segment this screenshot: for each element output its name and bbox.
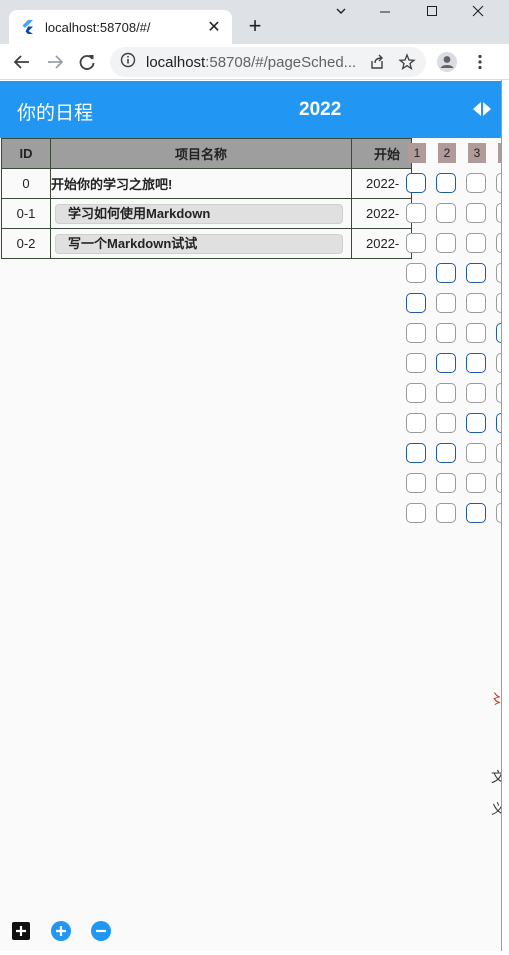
back-arrow-icon[interactable] — [10, 50, 34, 74]
window-edge — [501, 80, 502, 951]
day-checkbox[interactable] — [406, 293, 426, 313]
day-checkbox[interactable] — [436, 383, 456, 403]
day-column-header: 3 — [468, 143, 486, 163]
day-checkbox[interactable] — [436, 443, 456, 463]
day-checkbox[interactable] — [406, 323, 426, 343]
year-label: 2022 — [299, 99, 342, 120]
window-close-icon[interactable] — [466, 4, 490, 23]
remove-circle-icon[interactable] — [91, 921, 111, 941]
reload-icon[interactable] — [75, 50, 99, 74]
row-id: 0-2 — [1, 228, 51, 259]
day-checkbox[interactable] — [466, 503, 486, 523]
day-checkbox[interactable] — [436, 293, 456, 313]
column-header-id: ID — [1, 138, 51, 169]
day-checkbox[interactable] — [466, 173, 486, 193]
row-id: 0 — [1, 168, 51, 199]
day-checkbox[interactable] — [406, 233, 426, 253]
day-checkbox[interactable] — [436, 323, 456, 343]
flutter-icon — [19, 19, 35, 35]
profile-avatar-icon[interactable] — [435, 50, 459, 74]
browser-tab-strip: localhost:58708/#/ ✕ + — [0, 0, 509, 44]
subtask-name-chip[interactable]: 学习如何使用Markdown — [55, 203, 343, 224]
day-checkbox[interactable] — [436, 203, 456, 223]
new-tab-button[interactable]: + — [243, 14, 267, 38]
day-checkbox[interactable] — [466, 443, 486, 463]
share-icon[interactable] — [365, 50, 389, 74]
app-viewport: 你的日程 2022 ID 项目名称 开始 0 开始你的学习之旅吧! 2022- … — [0, 81, 502, 951]
column-header-name: 项目名称 — [50, 138, 352, 169]
day-column-header: 1 — [408, 143, 426, 163]
day-column-header: 2 — [438, 143, 456, 163]
page-title: 你的日程 — [17, 103, 94, 124]
day-checkbox[interactable] — [466, 473, 486, 493]
day-checkbox[interactable] — [406, 413, 426, 433]
site-info-icon[interactable] — [120, 52, 136, 73]
tab-close-icon[interactable]: ✕ — [206, 17, 222, 37]
browser-tab[interactable]: localhost:58708/#/ ✕ — [9, 10, 232, 44]
day-checkbox[interactable] — [406, 473, 426, 493]
table-row[interactable]: 0-1 学习如何使用Markdown 2022- — [1, 198, 412, 229]
day-checkbox[interactable] — [466, 323, 486, 343]
day-checkbox[interactable] — [406, 503, 426, 523]
maximize-icon[interactable] — [420, 4, 444, 23]
scroll-arrows-icon[interactable] — [471, 99, 493, 119]
day-checkbox[interactable] — [466, 233, 486, 253]
browser-toolbar: localhost:58708/#/pageSched... — [0, 44, 509, 80]
day-checkbox[interactable] — [466, 413, 486, 433]
day-checkbox[interactable] — [406, 203, 426, 223]
day-checkbox[interactable] — [406, 443, 426, 463]
day-checkbox[interactable] — [466, 293, 486, 313]
table-row[interactable]: 0 开始你的学习之旅吧! 2022- — [1, 168, 412, 199]
day-checkbox[interactable] — [466, 263, 486, 283]
minimize-icon[interactable] — [373, 4, 397, 23]
add-circle-icon[interactable] — [51, 921, 71, 941]
day-checkbox[interactable] — [436, 173, 456, 193]
day-checkbox[interactable] — [406, 353, 426, 373]
subtask-name-chip[interactable]: 写一个Markdown试试 — [55, 233, 343, 254]
more-menu-icon[interactable] — [468, 50, 492, 74]
day-checkbox[interactable] — [406, 263, 426, 283]
day-checkbox[interactable] — [436, 263, 456, 283]
schedule-table: ID 项目名称 开始 0 开始你的学习之旅吧! 2022- 0-1 学习如何使用… — [1, 138, 412, 259]
day-checkbox[interactable] — [466, 203, 486, 223]
day-checkbox[interactable] — [436, 473, 456, 493]
tab-search-icon[interactable] — [329, 4, 353, 23]
row-project-name[interactable]: 开始你的学习之旅吧! — [50, 168, 352, 199]
add-box-icon[interactable] — [11, 921, 31, 941]
day-checkbox[interactable] — [406, 173, 426, 193]
table-header-row: ID 项目名称 开始 — [1, 138, 412, 169]
row-id: 0-1 — [1, 198, 51, 229]
day-checkbox[interactable] — [436, 503, 456, 523]
day-checkbox[interactable] — [406, 383, 426, 403]
tab-title: localhost:58708/#/ — [45, 19, 151, 35]
bookmark-star-icon[interactable] — [395, 50, 419, 74]
app-bar: 你的日程 2022 — [0, 81, 502, 138]
day-checkbox[interactable] — [436, 413, 456, 433]
day-checkbox[interactable] — [466, 383, 486, 403]
day-checkbox[interactable] — [436, 353, 456, 373]
day-checkbox[interactable] — [466, 353, 486, 373]
day-checkbox[interactable] — [436, 233, 456, 253]
day-checkbox-grid: 123 — [402, 139, 502, 539]
table-row[interactable]: 0-2 写一个Markdown试试 2022- — [1, 228, 412, 259]
forward-arrow-icon[interactable] — [43, 50, 67, 74]
